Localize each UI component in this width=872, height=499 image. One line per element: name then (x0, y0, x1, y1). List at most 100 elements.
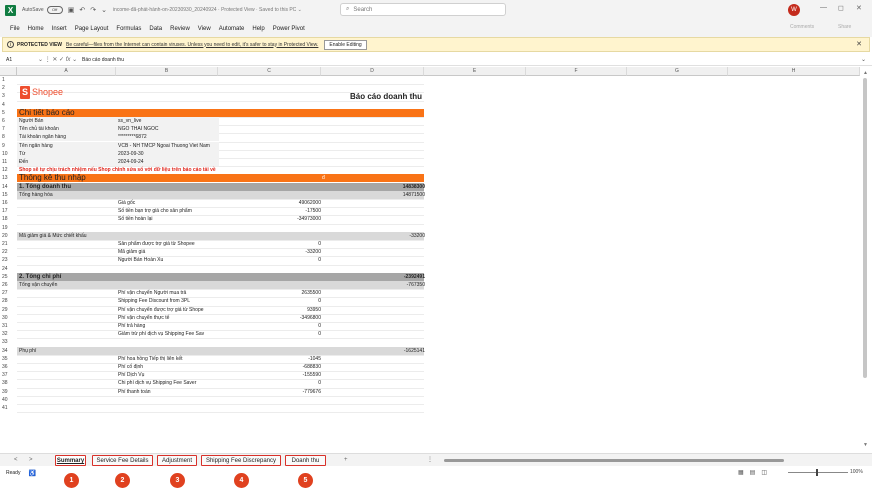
tab-adjustment[interactable]: Adjustment (157, 455, 197, 466)
cell-a-6[interactable]: Người Bán (19, 117, 118, 125)
row-header-13[interactable]: 13 (0, 174, 17, 183)
cell-c-17[interactable]: -17500 (220, 207, 321, 215)
ribbon-tab-data[interactable]: Data (149, 26, 162, 32)
comments-button[interactable]: Comments (790, 24, 814, 30)
cell-c-28[interactable]: 0 (220, 297, 321, 305)
cell-b-16[interactable]: Giá gốc (118, 199, 220, 207)
row-header-30[interactable]: 30 (0, 313, 17, 322)
expand-formula-icon[interactable]: ⌄ (861, 56, 866, 63)
cell-a-8[interactable]: Tài khoản ngân hàng (19, 133, 118, 141)
cell-c-39[interactable]: -779676 (220, 388, 321, 396)
tab-summary[interactable]: Summary (55, 455, 86, 466)
row-header-11[interactable]: 11 (0, 158, 17, 166)
row-header-6[interactable]: 6 (0, 117, 17, 125)
cell-b-30[interactable]: Phí vận chuyển thực tế (118, 314, 220, 322)
cell-c-22[interactable]: -33200 (220, 248, 321, 256)
column-header-a[interactable]: A (17, 67, 116, 76)
column-header-h[interactable]: H (728, 67, 860, 76)
cell-b-22[interactable]: Mã giảm giá (118, 248, 220, 256)
cell-c-21[interactable]: 0 (220, 240, 321, 248)
cell-c-18[interactable]: -34973000 (220, 215, 321, 223)
row-header-10[interactable]: 10 (0, 149, 17, 158)
row-header-34[interactable]: 34 (0, 346, 17, 355)
cell-c-38[interactable]: 0 (220, 379, 321, 387)
row-header-3[interactable]: 3 (0, 92, 17, 101)
cell-a-10[interactable]: Từ (19, 150, 118, 158)
scroll-up-icon[interactable]: ▲ (863, 70, 868, 76)
cell-b-6[interactable]: ss_vn_live (118, 117, 220, 125)
row-header-4[interactable]: 4 (0, 100, 17, 109)
row-header-26[interactable]: 26 (0, 281, 17, 289)
cell-c-36[interactable]: -688830 (220, 363, 321, 371)
horizontal-scrollbar[interactable] (440, 458, 858, 463)
row-header-17[interactable]: 17 (0, 207, 17, 216)
row-header-32[interactable]: 32 (0, 330, 17, 339)
cell-b-37[interactable]: Phí Dịch Vụ (118, 371, 220, 379)
accessibility-icon[interactable]: ♿ (28, 470, 35, 477)
add-sheet-icon[interactable]: + (344, 455, 348, 466)
cell-b-8[interactable]: *********6872 (118, 133, 220, 141)
column-header-g[interactable]: G (627, 67, 728, 76)
row-header-41[interactable]: 41 (0, 404, 17, 412)
row-header-16[interactable]: 16 (0, 199, 17, 207)
cell-b-35[interactable]: Phí hoa hồng Tiếp thị liên kết (118, 355, 220, 363)
cell-b-31[interactable]: Phí trả hàng (118, 322, 220, 330)
row-header-14[interactable]: 14 (0, 182, 17, 191)
cell-b-9[interactable]: VCB - NH TMCP Ngoai Thuong Viet Nam (118, 142, 220, 150)
zoom-level[interactable]: 100% (850, 469, 863, 475)
next-sheet-icon[interactable]: > (29, 455, 33, 466)
ribbon-tab-insert[interactable]: Insert (52, 26, 67, 32)
cell-c-32[interactable]: 0 (220, 330, 321, 338)
row-header-25[interactable]: 25 (0, 272, 17, 281)
ribbon-tab-formulas[interactable]: Formulas (116, 26, 141, 32)
redo-icon[interactable]: ↷ (90, 6, 96, 14)
vertical-scroll-thumb[interactable] (863, 78, 867, 378)
cell-a-14[interactable]: 1. Tổng doanh thu (19, 183, 319, 191)
vertical-scrollbar[interactable]: ▲ ▼ (862, 70, 868, 452)
share-button[interactable]: Share (838, 24, 851, 30)
row-header-2[interactable]: 2 (0, 84, 17, 93)
row-header-8[interactable]: 8 (0, 133, 17, 142)
row-header-23[interactable]: 23 (0, 256, 17, 265)
row-header-22[interactable]: 22 (0, 248, 17, 257)
search-box[interactable]: ⌕ Search (340, 3, 506, 16)
cell-c-31[interactable]: 0 (220, 322, 321, 330)
ribbon-tab-home[interactable]: Home (28, 26, 44, 32)
row-header-24[interactable]: 24 (0, 264, 17, 273)
cell-b-21[interactable]: Sản phẩm được trợ giá từ Shopee (118, 240, 220, 248)
tab-shipping-fee-discrepancy[interactable]: Shipping Fee Discrepancy (201, 455, 281, 466)
row-header-35[interactable]: 35 (0, 354, 17, 363)
row-header-39[interactable]: 39 (0, 387, 17, 396)
customize-qat-icon[interactable]: ⌄ (101, 6, 107, 14)
cell-b-39[interactable]: Phí thanh toán (118, 388, 220, 396)
cell-a-25[interactable]: 2. Tổng chi phí (19, 273, 319, 281)
undo-icon[interactable]: ↶ (79, 6, 85, 14)
cell-b-29[interactable]: Phí vận chuyển được trợ giá từ Shope (118, 306, 220, 314)
ribbon-tab-file[interactable]: File (10, 26, 20, 32)
protected-view-message[interactable]: Be careful—files from the Internet can c… (66, 42, 318, 48)
close-button[interactable]: ✕ (856, 4, 862, 12)
cell-b-10[interactable]: 2023-09-30 (118, 150, 220, 158)
cell-d-34[interactable]: -1625141 (322, 347, 425, 355)
row-header-36[interactable]: 36 (0, 363, 17, 371)
cell-b-7[interactable]: NGO THAI NGOC (118, 125, 220, 133)
minimize-button[interactable]: — (820, 4, 827, 11)
ribbon-tab-help[interactable]: Help (252, 26, 264, 32)
zoom-slider-knob[interactable] (816, 469, 818, 476)
cell-d-15[interactable]: 14871500 (322, 191, 425, 199)
spreadsheet-grid[interactable]: A B C D E F G H 1 2 3 4 5 Chi tiết báo cáo 6 Người Bán s… (0, 67, 872, 453)
row-header-31[interactable]: 31 (0, 322, 17, 330)
page-break-view-icon[interactable]: ◫ (761, 469, 767, 476)
ribbon-tab-review[interactable]: Review (170, 26, 190, 32)
ribbon-tab-view[interactable]: View (198, 26, 211, 32)
cell-b-32[interactable]: Giảm trừ phí dịch vụ Shipping Fee Sav (118, 330, 220, 338)
tab-service-fee-details[interactable]: Service Fee Details (92, 455, 153, 466)
cell-c-35[interactable]: -1045 (220, 355, 321, 363)
cell-a-26[interactable]: Tổng vận chuyển (19, 281, 319, 289)
row-header-38[interactable]: 38 (0, 379, 17, 388)
tab-doanh-thu[interactable]: Doanh thu (285, 455, 326, 466)
column-header-f[interactable]: F (526, 67, 627, 76)
cell-b-11[interactable]: 2024-09-24 (118, 158, 220, 166)
cell-a-7[interactable]: Tên chủ tài khoản (19, 125, 118, 133)
restore-button[interactable]: ◻ (838, 4, 844, 12)
